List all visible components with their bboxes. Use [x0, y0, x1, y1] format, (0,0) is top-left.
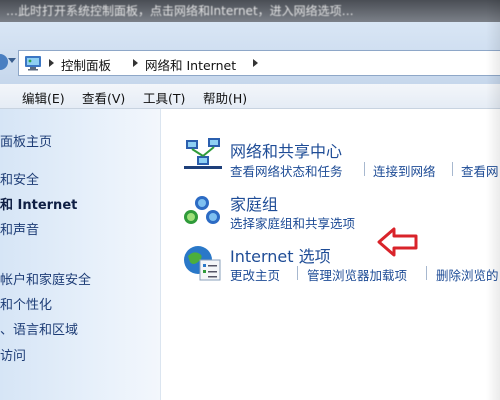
network-sharing-center-title[interactable]: 网络和共享中心 [230, 138, 342, 162]
link-divider [426, 266, 427, 280]
menu-tools[interactable]: 工具(T) [143, 88, 185, 107]
banner-text: …此时打开系统控制面板，点击网络和Internet，进入网络选项… [6, 4, 354, 18]
change-homepage-link[interactable]: 更改主页 [230, 265, 280, 284]
breadcrumb-chevron-icon[interactable] [253, 59, 258, 67]
nav-clock-language-region[interactable]: 、语言和区域 [0, 319, 78, 338]
top-banner: …此时打开系统控制面板，点击网络和Internet，进入网络选项… [0, 0, 500, 22]
nav-appearance-personalization[interactable]: 和个性化 [0, 294, 52, 313]
breadcrumb-network-internet[interactable]: 网络和 Internet [145, 55, 236, 74]
breadcrumb-chevron-icon[interactable] [133, 59, 138, 67]
delete-browsing-history-link[interactable]: 删除浏览的 [436, 265, 499, 284]
homegroup-icon[interactable] [182, 193, 222, 229]
nav-user-accounts-family-safety[interactable]: 帐户和家庭安全 [0, 269, 91, 288]
link-divider [452, 162, 453, 176]
nav-ease-of-access[interactable]: 访问 [0, 345, 26, 364]
breadcrumb-control-panel[interactable]: 控制面板 [61, 55, 111, 74]
nav-hardware-sound[interactable]: 和声音 [0, 219, 39, 238]
connect-to-network-link[interactable]: 连接到网络 [373, 161, 436, 180]
menu-view[interactable]: 查看(V) [82, 88, 125, 107]
menu-help[interactable]: 帮助(H) [203, 88, 247, 107]
nav-control-panel-home[interactable]: 面板主页 [0, 131, 52, 150]
link-divider [364, 162, 365, 176]
link-divider [297, 266, 298, 280]
view-network-computers-link[interactable]: 查看网 [461, 161, 499, 180]
manage-browser-addons-link[interactable]: 管理浏览器加载项 [307, 265, 407, 284]
view-network-status-link[interactable]: 查看网络状态和任务 [230, 161, 343, 180]
red-arrow-annotation-icon [377, 227, 418, 257]
breadcrumb-chevron-icon[interactable] [49, 59, 54, 67]
menu-file-partial[interactable]: ) [0, 88, 1, 103]
left-navigation-pane: 面板主页 和安全 和 Internet 和声音 帐户和家庭安全 和个性化 、语言… [0, 109, 161, 400]
choose-homegroup-sharing-link[interactable]: 选择家庭组和共享选项 [230, 213, 355, 232]
address-bar[interactable]: 控制面板 网络和 Internet [18, 50, 500, 76]
nav-system-security[interactable]: 和安全 [0, 169, 39, 188]
recent-pages-dropdown-icon[interactable] [8, 58, 16, 63]
internet-options-title[interactable]: Internet 选项 [230, 243, 331, 267]
control-panel-icon [25, 56, 41, 71]
internet-options-icon[interactable] [182, 244, 222, 282]
menu-bar: ) 编辑(E) 查看(V) 工具(T) 帮助(H) [0, 84, 500, 109]
menu-edit[interactable]: 编辑(E) [22, 88, 65, 107]
nav-network-internet[interactable]: 和 Internet [0, 194, 77, 213]
homegroup-title[interactable]: 家庭组 [230, 191, 278, 215]
network-sharing-center-icon[interactable] [184, 136, 222, 170]
